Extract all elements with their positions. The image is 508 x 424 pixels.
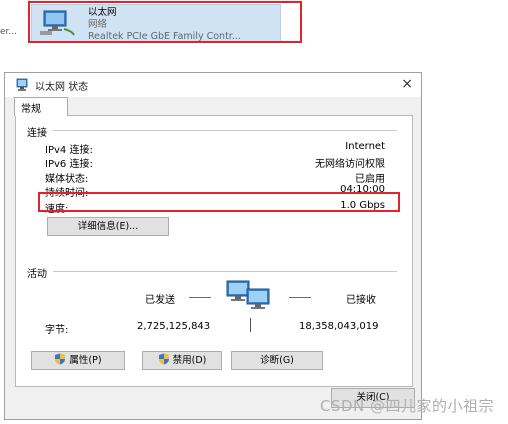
tab-general[interactable]: 常规: [14, 97, 68, 116]
disable-button[interactable]: 禁用(D): [142, 351, 222, 370]
received-label: 已接收: [346, 295, 376, 306]
dialog-title: 以太网 状态: [35, 82, 89, 93]
truncated-text: er...: [0, 27, 17, 37]
sent-bytes-value: 2,725,125,843: [137, 321, 211, 332]
divider: [53, 130, 397, 131]
media-state-value: 已启用: [355, 174, 385, 185]
highlight-box-adapter: [28, 1, 302, 43]
row-ipv4: IPv4 连接: Internet: [45, 141, 385, 156]
tab-label: 常规: [21, 104, 41, 115]
properties-label: 属性(P): [69, 355, 102, 366]
ethernet-status-dialog: 以太网 状态 × 常规 连接 IPv4 连接: Internet IPv6 连接…: [4, 72, 422, 420]
row-media-state: 媒体状态: 已启用: [45, 170, 385, 185]
highlight-box-speed: [38, 192, 400, 212]
sent-label: 已发送: [145, 295, 175, 306]
activity-separator: [250, 318, 251, 332]
admin-shield-icon: [55, 353, 66, 365]
ipv4-value: Internet: [345, 141, 385, 152]
network-activity-icon: [226, 280, 270, 309]
admin-shield-icon: [158, 353, 169, 365]
title-bar[interactable]: 以太网 状态 ×: [5, 73, 421, 97]
bytes-label: 字节:: [45, 325, 69, 336]
ipv6-value: 无网络访问权限: [315, 159, 385, 170]
close-icon[interactable]: ×: [401, 76, 413, 92]
ipv4-label: IPv4 连接:: [45, 145, 93, 156]
sent-dash: [189, 297, 211, 298]
watermark: CSDN @四儿家的小祖宗: [319, 397, 494, 415]
received-dash: [289, 297, 311, 298]
row-ipv6: IPv6 连接: 无网络访问权限: [45, 155, 385, 170]
diagnose-button[interactable]: 诊断(G): [231, 351, 323, 370]
properties-button[interactable]: 属性(P): [31, 351, 125, 370]
ipv6-label: IPv6 连接:: [45, 159, 93, 170]
connection-section-label: 连接: [27, 128, 47, 139]
disable-label: 禁用(D): [172, 355, 207, 366]
media-state-label: 媒体状态:: [45, 174, 89, 185]
divider: [53, 271, 397, 272]
received-bytes-value: 18,358,043,019: [299, 321, 379, 332]
activity-section-label: 活动: [27, 269, 47, 280]
network-icon: [16, 78, 28, 91]
details-button[interactable]: 详细信息(E)...: [47, 217, 169, 236]
